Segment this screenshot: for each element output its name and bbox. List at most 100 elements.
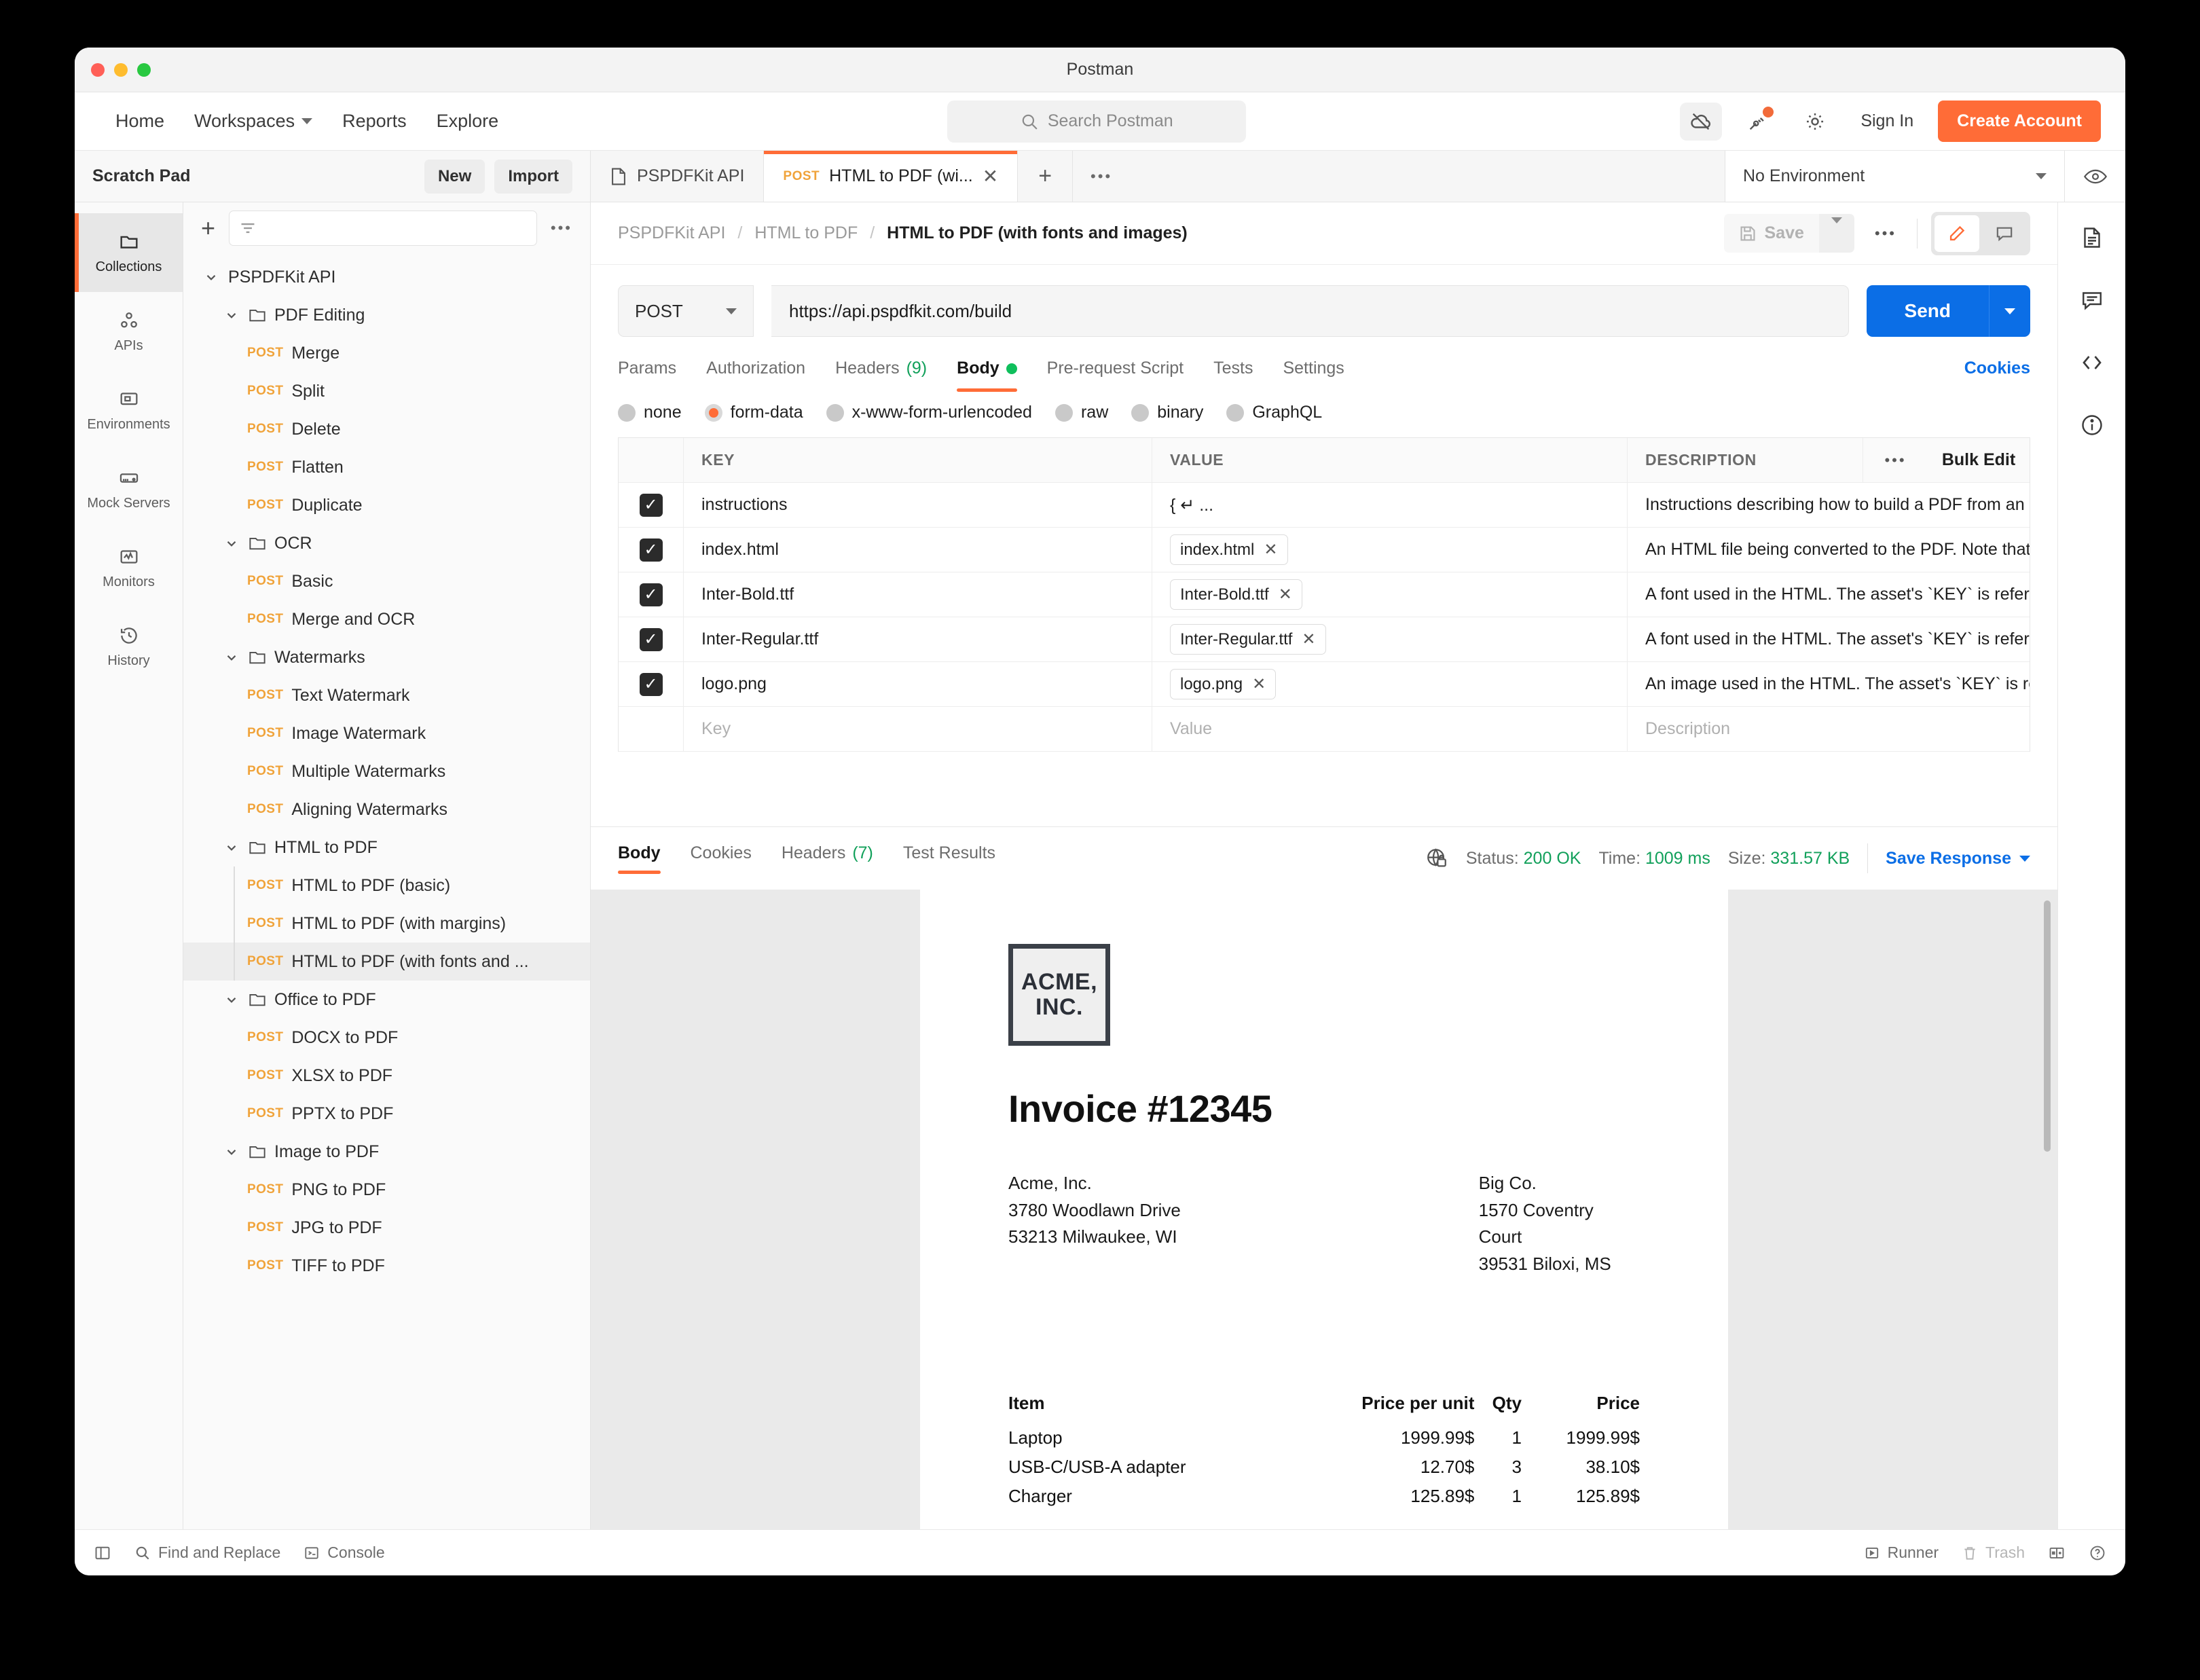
sidebar-item-history[interactable]: History bbox=[75, 607, 183, 686]
table-empty-row[interactable]: Key Value Description bbox=[619, 707, 2030, 752]
sidebar-item-mock-servers[interactable]: Mock Servers bbox=[75, 450, 183, 528]
sidebar-item-apis[interactable]: APIs bbox=[75, 292, 183, 371]
sign-in-button[interactable]: Sign In bbox=[1851, 111, 1923, 131]
body-mode-form-data[interactable]: form-data bbox=[704, 403, 803, 422]
cell-value-wrap[interactable]: index.html ✕ bbox=[1152, 528, 1628, 572]
info-icon[interactable] bbox=[2080, 413, 2104, 437]
cell-value-wrap[interactable]: logo.png ✕ bbox=[1152, 662, 1628, 706]
table-row[interactable]: ✓ Inter-Regular.ttf Inter-Regular.ttf ✕ A fo… bbox=[619, 617, 2030, 662]
cell-key[interactable]: Inter-Regular.ttf bbox=[684, 617, 1152, 661]
new-tab-button[interactable]: + bbox=[1018, 151, 1074, 202]
comments-icon[interactable] bbox=[2080, 288, 2104, 312]
tree-request-item[interactable]: POST HTML to PDF (with margins) bbox=[183, 905, 590, 943]
tree-request-item[interactable]: POST Aligning Watermarks bbox=[183, 790, 590, 828]
console-button[interactable]: Console bbox=[304, 1544, 385, 1562]
cell-value-wrap[interactable]: Inter-Regular.ttf ✕ bbox=[1152, 617, 1628, 661]
tree-folder-item[interactable]: Office to PDF bbox=[183, 981, 590, 1019]
expand-caret-icon[interactable] bbox=[223, 536, 240, 551]
table-row[interactable]: ✓ instructions { ↵ ... Instructions describ… bbox=[619, 483, 2030, 528]
send-button[interactable]: Send bbox=[1866, 285, 1989, 337]
tree-request-item[interactable]: POST HTML to PDF (with fonts and ... bbox=[183, 943, 590, 981]
tree-collection-item[interactable]: PSPDFKit API bbox=[183, 258, 590, 296]
tab-body[interactable]: Body bbox=[957, 359, 1017, 392]
tree-request-item[interactable]: POST Delete bbox=[183, 410, 590, 448]
remove-file-icon[interactable]: ✕ bbox=[1252, 674, 1266, 694]
preview-scrollbar[interactable] bbox=[2044, 900, 2051, 1152]
tree-folder-item[interactable]: HTML to PDF bbox=[183, 828, 590, 866]
tree-request-item[interactable]: POST JPG to PDF bbox=[183, 1209, 590, 1247]
code-snippet-icon[interactable] bbox=[2080, 350, 2104, 375]
notifications-button[interactable] bbox=[1737, 103, 1779, 141]
checkbox[interactable]: ✓ bbox=[639, 493, 663, 517]
minimize-window-button[interactable] bbox=[114, 62, 128, 77]
save-response-button[interactable]: Save Response bbox=[1886, 849, 2030, 869]
expand-caret-icon[interactable] bbox=[223, 650, 240, 665]
bulk-edit-button[interactable]: Bulk Edit bbox=[1928, 438, 2030, 482]
tree-request-item[interactable]: POST Text Watermark bbox=[183, 676, 590, 714]
tree-request-item[interactable]: POST TIFF to PDF bbox=[183, 1247, 590, 1285]
table-row[interactable]: ✓ index.html index.html ✕ An HTML file being… bbox=[619, 528, 2030, 572]
tree-request-item[interactable]: POST XLSX to PDF bbox=[183, 1057, 590, 1095]
file-chip[interactable]: Inter-Bold.ttf ✕ bbox=[1170, 579, 1302, 610]
new-button[interactable]: New bbox=[424, 159, 485, 194]
cell-key[interactable]: Inter-Bold.ttf bbox=[684, 572, 1152, 617]
empty-value-input[interactable]: Value bbox=[1152, 707, 1628, 751]
row-checkbox-cell[interactable]: ✓ bbox=[619, 617, 684, 661]
tree-request-item[interactable]: POST Flatten bbox=[183, 448, 590, 486]
expand-caret-icon[interactable] bbox=[223, 1144, 240, 1159]
tree-request-item[interactable]: POST Duplicate bbox=[183, 486, 590, 524]
toggle-sidebar-button[interactable] bbox=[94, 1544, 111, 1562]
file-chip[interactable]: index.html ✕ bbox=[1170, 534, 1288, 565]
tab-overflow-menu[interactable]: ••• bbox=[1073, 151, 1725, 202]
cell-description[interactable]: An HTML file being converted to the PDF.… bbox=[1628, 528, 2030, 572]
maximize-window-button[interactable] bbox=[137, 62, 151, 77]
nav-item-reports[interactable]: Reports bbox=[327, 104, 422, 139]
tree-request-item[interactable]: POST DOCX to PDF bbox=[183, 1019, 590, 1057]
tree-folder-item[interactable]: PDF Editing bbox=[183, 296, 590, 334]
help-button[interactable] bbox=[2089, 1544, 2106, 1562]
save-dropdown-button[interactable] bbox=[1818, 214, 1854, 253]
tab-html-to-pdf[interactable]: POST HTML to PDF (wi... ✕ bbox=[764, 151, 1019, 202]
sidebar-item-environments[interactable]: Environments bbox=[75, 371, 183, 450]
tree-request-item[interactable]: POST Split bbox=[183, 372, 590, 410]
table-row[interactable]: ✓ Inter-Bold.ttf Inter-Bold.ttf ✕ A font use… bbox=[619, 572, 2030, 617]
cell-description[interactable]: An image used in the HTML. The asset's `… bbox=[1628, 662, 2030, 706]
cell-value-wrap[interactable]: { ↵ ... bbox=[1152, 483, 1628, 527]
request-more-options-button[interactable]: ••• bbox=[1868, 225, 1903, 242]
tab-settings[interactable]: Settings bbox=[1283, 359, 1344, 392]
url-input[interactable]: https://api.pspdfkit.com/build bbox=[771, 285, 1849, 337]
sidebar-item-collections[interactable]: Collections bbox=[75, 213, 183, 292]
tree-request-item[interactable]: POST Image Watermark bbox=[183, 714, 590, 752]
tab-tests[interactable]: Tests bbox=[1213, 359, 1253, 392]
body-mode-x-www-form-urlencoded[interactable]: x-www-form-urlencoded bbox=[826, 403, 1032, 422]
nav-item-home[interactable]: Home bbox=[100, 104, 179, 139]
remove-file-icon[interactable]: ✕ bbox=[1264, 540, 1277, 560]
response-tab-headers[interactable]: Headers (7) bbox=[782, 843, 873, 874]
add-collection-button[interactable]: + bbox=[201, 216, 215, 240]
filter-input[interactable] bbox=[229, 211, 537, 246]
send-options-button[interactable] bbox=[1989, 285, 2030, 337]
tab-authorization[interactable]: Authorization bbox=[706, 359, 805, 392]
close-tab-icon[interactable]: ✕ bbox=[983, 166, 998, 186]
checkbox[interactable]: ✓ bbox=[639, 538, 663, 562]
row-checkbox-cell[interactable]: ✓ bbox=[619, 528, 684, 572]
body-mode-raw[interactable]: raw bbox=[1055, 403, 1108, 422]
file-chip[interactable]: Inter-Regular.ttf ✕ bbox=[1170, 624, 1326, 655]
body-mode-GraphQL[interactable]: GraphQL bbox=[1226, 403, 1322, 422]
tree-folder-item[interactable]: OCR bbox=[183, 524, 590, 562]
empty-key-input[interactable]: Key bbox=[684, 707, 1152, 751]
file-chip[interactable]: logo.png ✕ bbox=[1170, 669, 1277, 699]
environment-selector[interactable]: No Environment bbox=[1725, 151, 2064, 202]
cookies-link[interactable]: Cookies bbox=[1964, 359, 2030, 392]
remove-file-icon[interactable]: ✕ bbox=[1302, 629, 1315, 649]
tree-folder-item[interactable]: Image to PDF bbox=[183, 1133, 590, 1171]
breadcrumb-folder[interactable]: HTML to PDF bbox=[754, 223, 858, 243]
response-tab-cookies[interactable]: Cookies bbox=[691, 843, 752, 874]
search-input[interactable]: Search Postman bbox=[947, 100, 1247, 143]
nav-item-explore[interactable]: Explore bbox=[422, 104, 514, 139]
tree-request-item[interactable]: POST PNG to PDF bbox=[183, 1171, 590, 1209]
documentation-icon[interactable] bbox=[2080, 225, 2104, 250]
runner-button[interactable]: Runner bbox=[1864, 1544, 1939, 1562]
cell-key[interactable]: instructions bbox=[684, 483, 1152, 527]
import-button[interactable]: Import bbox=[494, 159, 572, 194]
